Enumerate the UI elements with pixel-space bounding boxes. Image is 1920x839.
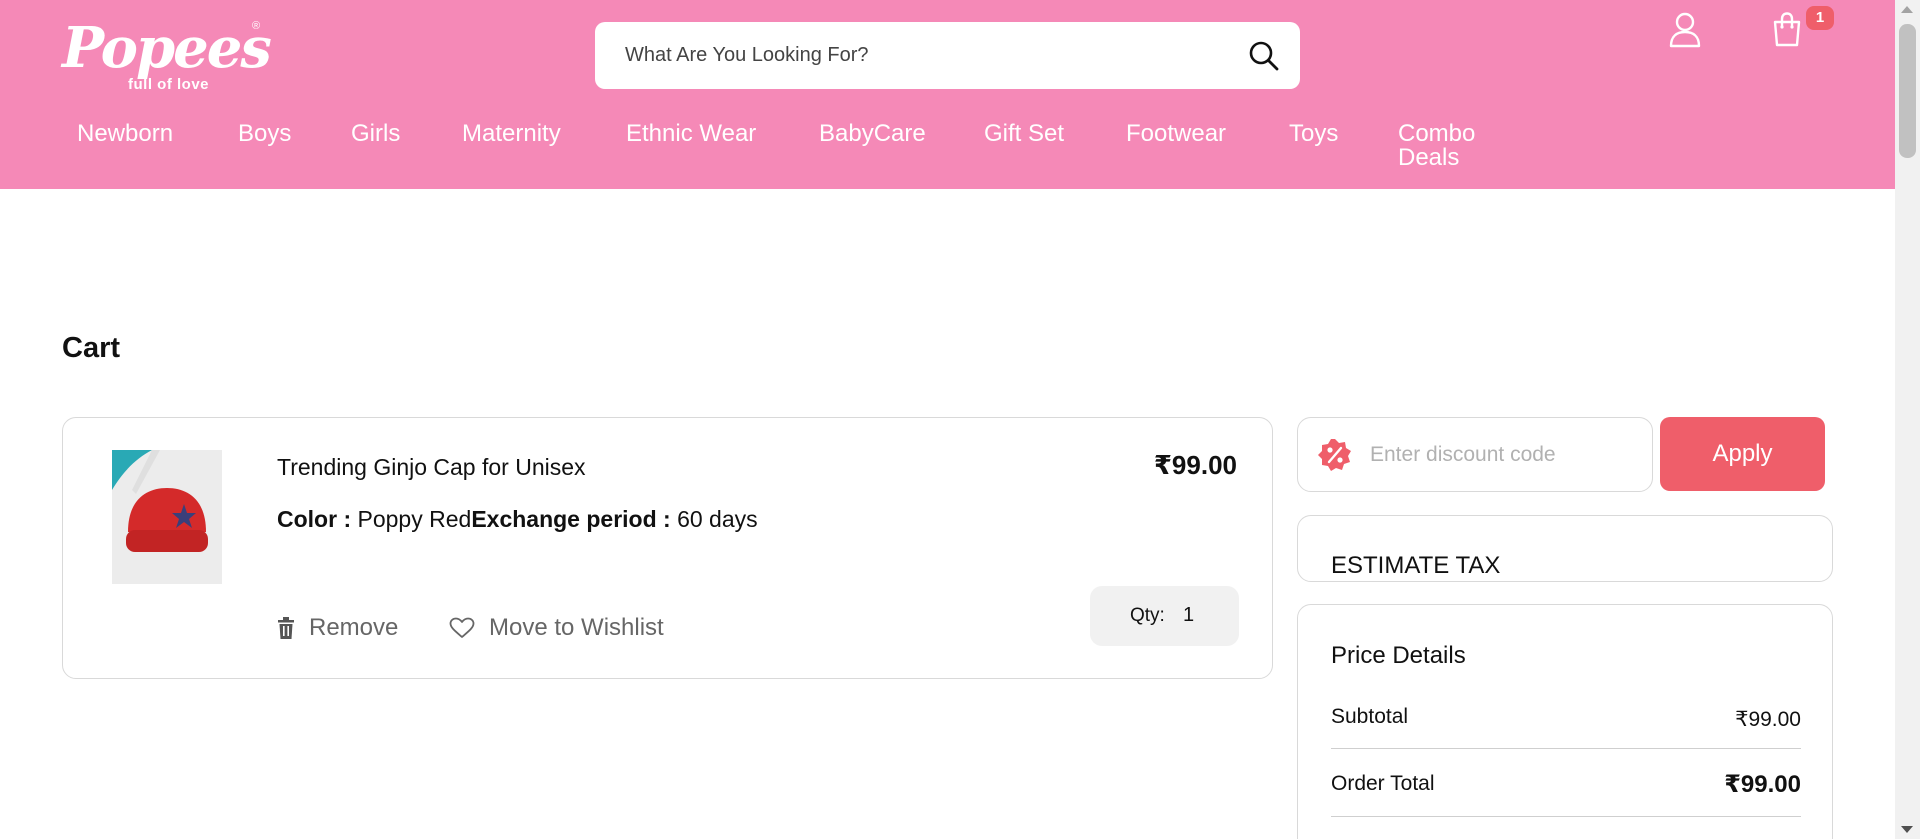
search-input[interactable] [625, 22, 1225, 89]
nav-item-newborn[interactable]: Newborn [77, 122, 173, 146]
nav-item-toys[interactable]: Toys [1289, 122, 1338, 146]
product-image[interactable] [112, 450, 222, 584]
order-total-value: ₹99.00 [1724, 771, 1801, 798]
logo-wordmark: Popees [62, 15, 272, 81]
price-details-panel: Price Details Subtotal ₹99.00 Order Tota… [1297, 604, 1833, 839]
nav-item-gift-set[interactable]: Gift Set [984, 122, 1064, 146]
estimate-tax-label: ESTIMATE TAX [1331, 552, 1501, 579]
discount-code-box [1297, 417, 1653, 492]
qty-label: Qty: [1130, 605, 1165, 626]
color-label: Color : [277, 506, 352, 532]
exchange-period-label: Exchange period : [471, 506, 671, 532]
user-icon[interactable] [1668, 12, 1702, 48]
exchange-period-value: 60 days [677, 506, 758, 532]
scroll-up-arrow-icon[interactable] [1901, 6, 1913, 13]
remove-label: Remove [309, 614, 399, 641]
qty-value[interactable]: 1 [1183, 604, 1194, 627]
wishlist-label: Move to Wishlist [489, 614, 664, 641]
popees-logo[interactable]: Popees ® full of love [62, 18, 272, 94]
subtotal-value: ₹99.00 [1735, 708, 1801, 731]
nav-item-ethnic-wear[interactable]: Ethnic Wear [626, 122, 756, 146]
logo-tagline: full of love [128, 76, 209, 93]
discount-code-input[interactable] [1370, 418, 1640, 491]
price-details-title: Price Details [1331, 642, 1466, 669]
search-icon[interactable] [1248, 40, 1280, 72]
scroll-down-arrow-icon[interactable] [1901, 826, 1913, 833]
subtotal-row: Subtotal ₹99.00 [1331, 705, 1801, 749]
shopping-bag-icon[interactable] [1771, 11, 1803, 47]
nav-item-footwear[interactable]: Footwear [1126, 122, 1226, 146]
order-total-label: Order Total [1331, 772, 1435, 795]
percent-badge-icon [1318, 439, 1351, 471]
search-bar [595, 22, 1300, 89]
estimate-tax-panel[interactable]: ESTIMATE TAX [1297, 515, 1833, 582]
cart-item-card: Trending Ginjo Cap for Unisex ₹99.00 Col… [62, 417, 1273, 679]
cart-count-badge: 1 [1806, 6, 1834, 30]
quantity-selector[interactable]: Qty: 1 [1090, 586, 1239, 646]
remove-button[interactable]: Remove [277, 614, 398, 642]
red-cap-illustration [112, 450, 222, 584]
nav-item-combo-deals[interactable]: Combo Deals [1398, 122, 1488, 170]
product-name[interactable]: Trending Ginjo Cap for Unisex [277, 454, 586, 481]
page-title: Cart [62, 332, 121, 364]
nav-item-babycare[interactable]: BabyCare [819, 122, 926, 146]
nav-item-boys[interactable]: Boys [238, 122, 291, 146]
nav-item-girls[interactable]: Girls [351, 122, 400, 146]
subtotal-label: Subtotal [1331, 705, 1409, 728]
logo-registered-mark: ® [252, 20, 261, 32]
product-attributes: Color : Poppy RedExchange period : 60 da… [277, 506, 758, 533]
nav-item-maternity[interactable]: Maternity [462, 122, 561, 146]
apply-discount-button[interactable]: Apply [1660, 417, 1825, 491]
product-price: ₹99.00 [1153, 450, 1237, 480]
scrollbar-thumb[interactable] [1899, 24, 1916, 158]
move-to-wishlist-button[interactable]: Move to Wishlist [449, 614, 664, 642]
heart-icon [449, 617, 475, 638]
trash-icon [278, 617, 294, 639]
order-total-row: Order Total ₹99.00 [1331, 771, 1801, 817]
color-value: Poppy Red [357, 506, 472, 532]
site-header: Popees ® full of love 1 Newborn Boys Gir… [0, 0, 1895, 189]
